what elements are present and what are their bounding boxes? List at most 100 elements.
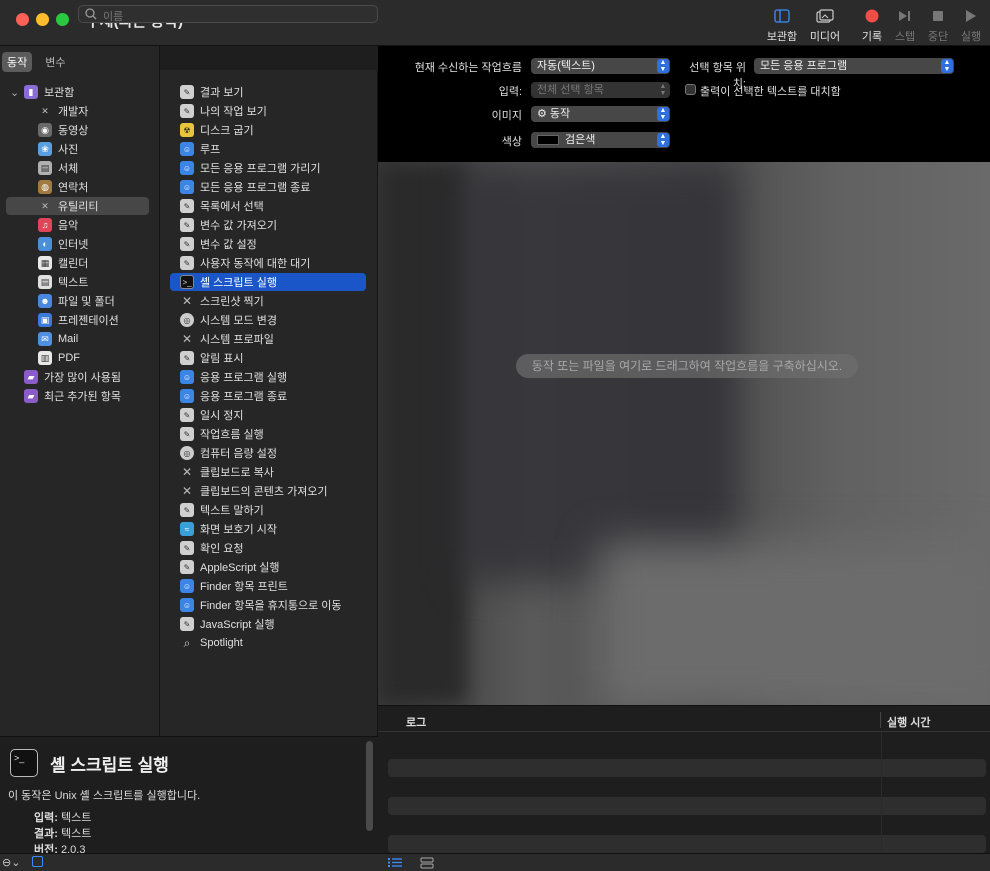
- action-item[interactable]: ☺ 모든 응용 프로그램 종료: [170, 178, 366, 196]
- action-item[interactable]: ☺ Finder 항목을 휴지통으로 이동: [170, 596, 366, 614]
- log-column-header[interactable]: 로그: [406, 714, 426, 730]
- receives-popup[interactable]: 자동(텍스트) ▲ ▼: [531, 58, 670, 74]
- action-item[interactable]: ✕ 시스템 프로파일: [170, 330, 366, 348]
- duration-column-header[interactable]: 실행 시간: [887, 714, 931, 730]
- action-item[interactable]: ☺ Finder 항목 프린트: [170, 577, 366, 595]
- library-category-item[interactable]: ❀ 사진: [38, 140, 78, 158]
- category-icon: ❀: [38, 142, 52, 156]
- library-category-item[interactable]: ◐ 인터넷: [38, 235, 88, 253]
- library-category-item[interactable]: ▦ 캘린더: [38, 254, 88, 272]
- library-pane: 동작 변수 ⌄ ▮ 보관함 ✕ 개발자 ◉ 동영상 ❀ 사진 ▤ 서체 ◍ 연락처 ✕ 유틸리티 ♫ 음악 ◐ 인터…: [0, 46, 160, 736]
- location-popup[interactable]: 모든 응용 프로그램 ▲ ▼: [754, 58, 954, 74]
- tab-actions[interactable]: 동작: [2, 52, 33, 72]
- image-popup[interactable]: ⚙ 동작 ▲ ▼: [531, 106, 670, 122]
- action-item[interactable]: ✎ 목록에서 선택: [170, 197, 366, 215]
- action-label: 응용 프로그램 실행: [200, 372, 288, 384]
- input-popup[interactable]: 전체 선택 항목 ▲ ▼: [531, 82, 670, 98]
- action-item[interactable]: ✕ 클립보드로 복사: [170, 463, 366, 481]
- description-scrollbar[interactable]: [366, 741, 373, 831]
- action-item[interactable]: ✎ 알림 표시: [170, 349, 366, 367]
- action-item[interactable]: ✕ 클립보드의 콘텐츠 가져오기: [170, 482, 366, 500]
- action-item[interactable]: ✎ 변수 값 가져오기: [170, 216, 366, 234]
- disclosure-chevron-icon[interactable]: ⌄: [10, 83, 19, 101]
- library-category-item[interactable]: ✕ 유틸리티: [38, 197, 98, 215]
- action-item[interactable]: ✎ 결과 보기: [170, 83, 366, 101]
- library-category-item[interactable]: ♫ 음악: [38, 216, 78, 234]
- receives-label: 현재 수신하는 작업흐름: [414, 62, 522, 74]
- tab-variables[interactable]: 변수: [40, 52, 70, 72]
- library-root[interactable]: ▮ 보관함: [24, 83, 74, 101]
- description-toggle-icon[interactable]: [32, 856, 43, 867]
- action-icon: ✎: [180, 104, 194, 118]
- library-category-item[interactable]: ▣ 프레젠테이션: [38, 311, 119, 329]
- log-row: [388, 759, 986, 777]
- media-toolbar-button[interactable]: 미디어: [803, 6, 847, 44]
- action-item[interactable]: ✕ 스크린샷 찍기: [170, 292, 366, 310]
- close-window-button[interactable]: [16, 13, 29, 26]
- action-item[interactable]: ◎ 시스템 모드 변경: [170, 311, 366, 329]
- library-category-item[interactable]: ✕ 개발자: [38, 102, 88, 120]
- action-icon: ✎: [180, 560, 194, 574]
- action-item[interactable]: ✎ AppleScript 실행: [170, 558, 366, 576]
- log-table: 로그 실행 시간: [378, 705, 990, 854]
- action-item[interactable]: ✎ 일시 정지: [170, 406, 366, 424]
- action-label: 사용자 동작에 대한 대기: [200, 258, 311, 270]
- library-segmented-control: 동작 변수: [2, 52, 71, 72]
- action-item[interactable]: >_ 셸 스크립트 실행: [170, 273, 366, 291]
- action-item[interactable]: ✎ 작업흐름 실행: [170, 425, 366, 443]
- action-item[interactable]: ☺ 루프: [170, 140, 366, 158]
- workflow-canvas[interactable]: 동작 또는 파일을 여기로 드래그하여 작업흐름을 구축하십시오.: [378, 162, 990, 705]
- library-item-label: 보관함: [44, 87, 75, 99]
- zoom-window-button[interactable]: [56, 13, 69, 26]
- action-item[interactable]: ⌕ Spotlight: [170, 634, 366, 652]
- action-icon: ✎: [180, 541, 194, 555]
- action-item[interactable]: ✎ 나의 작업 보기: [170, 102, 366, 120]
- smart-group-item[interactable]: ▰ 가장 많이 사용됨: [24, 368, 121, 386]
- input-label: 입력:: [498, 86, 522, 98]
- description-input: 입력: 텍스트: [34, 812, 92, 824]
- run-toolbar-label: 실행: [960, 31, 982, 43]
- description-text: 이 동작은 Unix 셸 스크립트를 실행합니다.: [8, 790, 201, 802]
- search-field[interactable]: 이름: [78, 5, 378, 23]
- action-label: 알림 표시: [200, 353, 244, 365]
- category-icon: ▥: [38, 351, 52, 365]
- action-icon: ✎: [180, 199, 194, 213]
- action-icon: ✕: [181, 332, 193, 346]
- more-options-icon[interactable]: ⊖⌄: [2, 856, 20, 869]
- action-item[interactable]: ☢ 디스크 굽기: [170, 121, 366, 139]
- action-item[interactable]: ✎ 확인 요청: [170, 539, 366, 557]
- popup-chevron-icon: ▲ ▼: [941, 59, 953, 73]
- library-toolbar-button[interactable]: 보관함: [760, 6, 804, 44]
- action-item[interactable]: ☺ 모든 응용 프로그램 가리기: [170, 159, 366, 177]
- action-icon: ✕: [181, 294, 193, 308]
- list-view-icon[interactable]: [388, 857, 402, 871]
- action-item[interactable]: ☺ 응용 프로그램 실행: [170, 368, 366, 386]
- action-label: 변수 값 설정: [200, 239, 257, 251]
- library-category-item[interactable]: ▥ PDF: [38, 349, 80, 367]
- action-item[interactable]: ☺ 응용 프로그램 종료: [170, 387, 366, 405]
- library-category-item[interactable]: ☻ 파일 및 폴더: [38, 292, 115, 310]
- popup-chevron-icon: ▲ ▼: [659, 83, 667, 97]
- action-item[interactable]: ✎ 사용자 동작에 대한 대기: [170, 254, 366, 272]
- smart-group-item[interactable]: ▰ 최근 추가된 항목: [24, 387, 121, 405]
- library-category-item[interactable]: ▤ 텍스트: [38, 273, 88, 291]
- library-category-item[interactable]: ◍ 연락처: [38, 178, 88, 196]
- replace-selected-text-checkbox[interactable]: [685, 84, 696, 95]
- action-item[interactable]: ✎ JavaScript 실행: [170, 615, 366, 633]
- action-item[interactable]: ◎ 컴퓨터 음량 설정: [170, 444, 366, 462]
- action-icon: ✕: [181, 484, 193, 498]
- action-item[interactable]: ✎ 텍스트 말하기: [170, 501, 366, 519]
- color-popup[interactable]: 검은색 ▲ ▼: [531, 132, 670, 148]
- library-category-item[interactable]: ▤ 서체: [38, 159, 78, 177]
- library-category-item[interactable]: ◉ 동영상: [38, 121, 88, 139]
- search-placeholder: 이름: [103, 11, 124, 23]
- action-item[interactable]: ✎ 변수 값 설정: [170, 235, 366, 253]
- action-label: 확인 요청: [200, 543, 244, 555]
- action-item[interactable]: ≈ 화면 보호기 시작: [170, 520, 366, 538]
- library-category-item[interactable]: ✉ Mail: [38, 330, 78, 348]
- run-toolbar-button[interactable]: 실행: [949, 6, 990, 44]
- action-icon: ✎: [180, 256, 194, 270]
- minimize-window-button[interactable]: [36, 13, 49, 26]
- color-label: 색상: [501, 136, 522, 148]
- split-view-icon[interactable]: [420, 857, 434, 871]
